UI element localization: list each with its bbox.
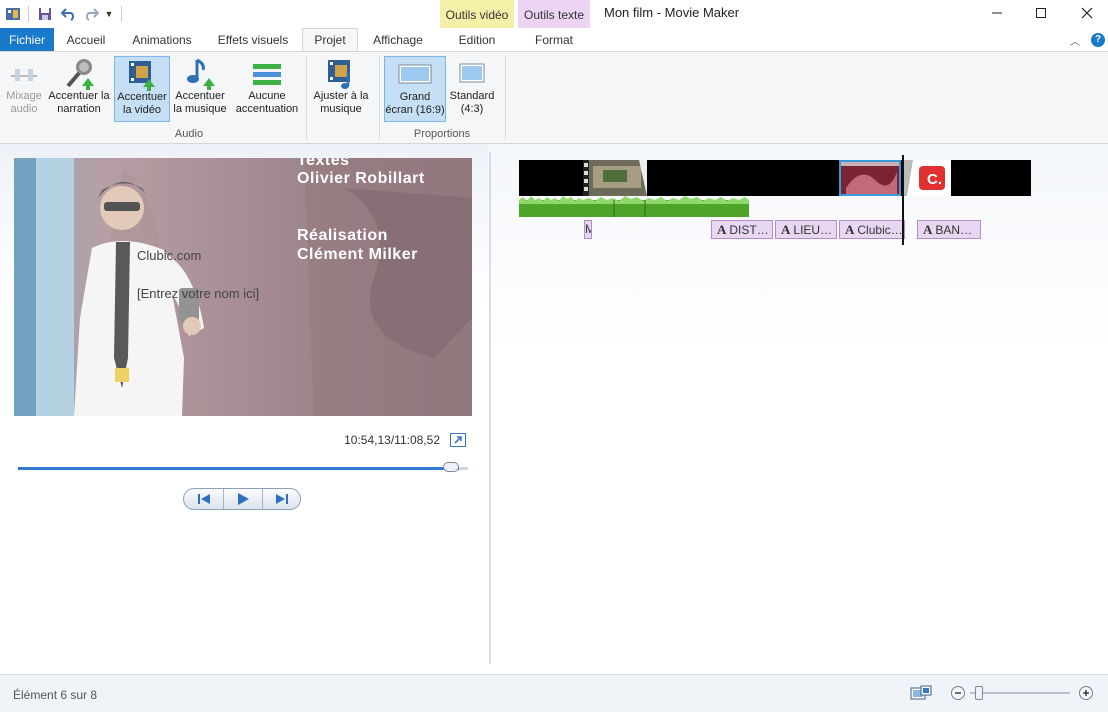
status-text: Élément 6 sur 8 bbox=[13, 688, 98, 702]
caption-clip-1[interactable]: M bbox=[584, 220, 592, 239]
mixer-icon bbox=[2, 56, 46, 90]
caption-clip-dist-label: A DIST… bbox=[717, 222, 769, 237]
video-clip-thumbnail-selected[interactable] bbox=[839, 160, 901, 196]
credit-name-2: Clément Milker bbox=[297, 246, 418, 263]
zoom-slider-thumb[interactable] bbox=[975, 686, 983, 700]
standard-screen-icon bbox=[448, 56, 496, 90]
minimize-icon[interactable] bbox=[974, 0, 1020, 26]
mixage-label-2: audio bbox=[10, 103, 38, 115]
playhead[interactable] bbox=[902, 155, 904, 245]
undo-icon[interactable] bbox=[60, 5, 78, 23]
audio-group-label: Audio bbox=[174, 128, 204, 140]
context-tab-outils-video: Outils vidéo bbox=[440, 0, 514, 28]
widescreen-icon bbox=[385, 57, 445, 91]
next-frame-icon[interactable] bbox=[263, 489, 301, 509]
title-bar: ▼ Outils vidéo Outils texte Mon film - M… bbox=[0, 0, 1108, 28]
close-icon[interactable] bbox=[1064, 0, 1108, 26]
music-note-icon bbox=[172, 56, 228, 90]
maximize-icon[interactable] bbox=[1018, 0, 1064, 26]
musique-label-1: Accentuer bbox=[175, 90, 225, 102]
status-bar: Élément 6 sur 8 bbox=[0, 674, 1108, 712]
ajuster-musique-button[interactable]: Ajuster à la musique bbox=[310, 56, 372, 122]
ribbon-tab-row: Fichier Accueil Animations Effets visuel… bbox=[0, 28, 1108, 52]
video-film-icon bbox=[115, 57, 169, 91]
credit-heading-realisation: Réalisation bbox=[297, 227, 388, 244]
accentuer-narration-button[interactable]: Accentuer la narration bbox=[46, 56, 112, 122]
play-icon[interactable] bbox=[224, 489, 263, 509]
time-readout: 10:54,13/11:08,52 bbox=[344, 433, 440, 447]
fit-music-icon bbox=[310, 56, 372, 90]
video-track[interactable]: C. bbox=[519, 160, 1031, 196]
zoom-out-icon[interactable] bbox=[951, 686, 965, 700]
tab-projet[interactable]: Projet bbox=[302, 28, 358, 52]
zoom-slider[interactable] bbox=[970, 686, 1070, 700]
ajuster-label-2: musique bbox=[320, 103, 362, 115]
musique-label-2: la musique bbox=[173, 103, 227, 115]
save-icon[interactable] bbox=[36, 5, 54, 23]
accentuer-video-button[interactable]: Accentuer la vidéo bbox=[114, 56, 170, 122]
caption-clip-lieu-label: A LIEU… bbox=[781, 222, 833, 237]
grand-ecran-button[interactable]: Grand écran (16:9) bbox=[384, 56, 446, 122]
tab-accueil[interactable]: Accueil bbox=[58, 28, 114, 52]
standard-button[interactable]: Standard (4:3) bbox=[448, 56, 496, 122]
microphone-icon bbox=[46, 56, 112, 90]
tab-fichier[interactable]: Fichier bbox=[0, 28, 54, 52]
caption-name-placeholder[interactable]: [Entrez votre nom ici] bbox=[137, 286, 259, 301]
pane-splitter[interactable] bbox=[489, 152, 491, 664]
grand-ecran-label-1: Grand bbox=[399, 91, 431, 103]
svg-text:C.: C. bbox=[927, 171, 942, 188]
narration-label-1: Accentuer la bbox=[48, 90, 110, 102]
caption-clubic: Clubic.com bbox=[137, 248, 202, 263]
caption-clip-ban-label: A BAN… bbox=[923, 222, 973, 237]
tab-affichage[interactable]: Affichage bbox=[364, 28, 432, 52]
credit-heading-textes: Textes bbox=[297, 158, 350, 169]
grand-ecran-label-2: écran (16:9) bbox=[385, 104, 445, 116]
customize-icon[interactable]: ▼ bbox=[100, 5, 118, 23]
tab-animations[interactable]: Animations bbox=[122, 28, 202, 52]
mixage-label-1: Mixage bbox=[6, 90, 42, 102]
aucune-accentuation-button[interactable]: Aucune accentuation bbox=[232, 56, 302, 122]
help-icon[interactable]: ? bbox=[1091, 33, 1105, 47]
storyboard-view-icon[interactable] bbox=[910, 685, 932, 701]
proportions-group-label: Proportions bbox=[413, 128, 471, 140]
video-clip-thumbnail-1[interactable] bbox=[583, 160, 647, 196]
narration-label-2: narration bbox=[57, 103, 101, 115]
seek-bar-fill bbox=[18, 467, 459, 470]
video-label-1: Accentuer bbox=[117, 91, 167, 103]
caption-clip-dist[interactable]: A DIST… bbox=[711, 220, 773, 239]
tab-edition[interactable]: Edition bbox=[440, 28, 514, 52]
context-tab-outils-texte: Outils texte bbox=[518, 0, 590, 28]
caption-clip-lieu[interactable]: A LIEU… bbox=[775, 220, 837, 239]
app-menu-icon[interactable] bbox=[4, 5, 22, 23]
window-title: Mon film - Movie Maker bbox=[604, 5, 740, 20]
caption-clip-ban[interactable]: A BAN… bbox=[917, 220, 981, 239]
tab-effets-visuels[interactable]: Effets visuels bbox=[210, 28, 296, 52]
seek-thumb[interactable] bbox=[443, 462, 459, 472]
collapse-ribbon-icon[interactable]: ︿ bbox=[1070, 33, 1080, 48]
seek-bar[interactable] bbox=[18, 462, 468, 472]
ajuster-label-1: Ajuster à la bbox=[313, 90, 369, 102]
standard-label-2: (4:3) bbox=[460, 103, 484, 115]
caption-clip-1-label: M bbox=[585, 222, 591, 236]
playback-controls bbox=[183, 488, 301, 510]
standard-label-1: Standard bbox=[449, 90, 495, 102]
ribbon-projet: Mixage audio Accentuer la narration Acce… bbox=[0, 51, 1108, 144]
accentuer-musique-button[interactable]: Accentuer la musique bbox=[172, 56, 228, 122]
video-preview[interactable]: Textes Olivier Robillart Réalisation Clé… bbox=[14, 158, 472, 416]
zoom-in-icon[interactable] bbox=[1079, 686, 1093, 700]
expand-preview-icon[interactable] bbox=[450, 433, 466, 447]
previous-frame-icon[interactable] bbox=[184, 489, 224, 509]
credit-name-1: Olivier Robillart bbox=[297, 170, 425, 187]
mixage-audio-button[interactable]: Mixage audio bbox=[2, 56, 46, 122]
caption-clip-clubic[interactable]: A Clubic… bbox=[839, 220, 905, 239]
equal-bars-icon bbox=[232, 56, 302, 90]
aucune-label-2: accentuation bbox=[235, 103, 299, 115]
tab-format[interactable]: Format bbox=[518, 28, 590, 52]
redo-icon[interactable] bbox=[82, 5, 100, 23]
clubic-logo-clip[interactable]: C. bbox=[903, 160, 951, 196]
caption-clip-clubic-label: A Clubic… bbox=[845, 222, 903, 237]
aucune-label-1: Aucune bbox=[248, 90, 286, 102]
video-label-2: la vidéo bbox=[123, 104, 161, 116]
audio-track[interactable] bbox=[519, 196, 749, 217]
